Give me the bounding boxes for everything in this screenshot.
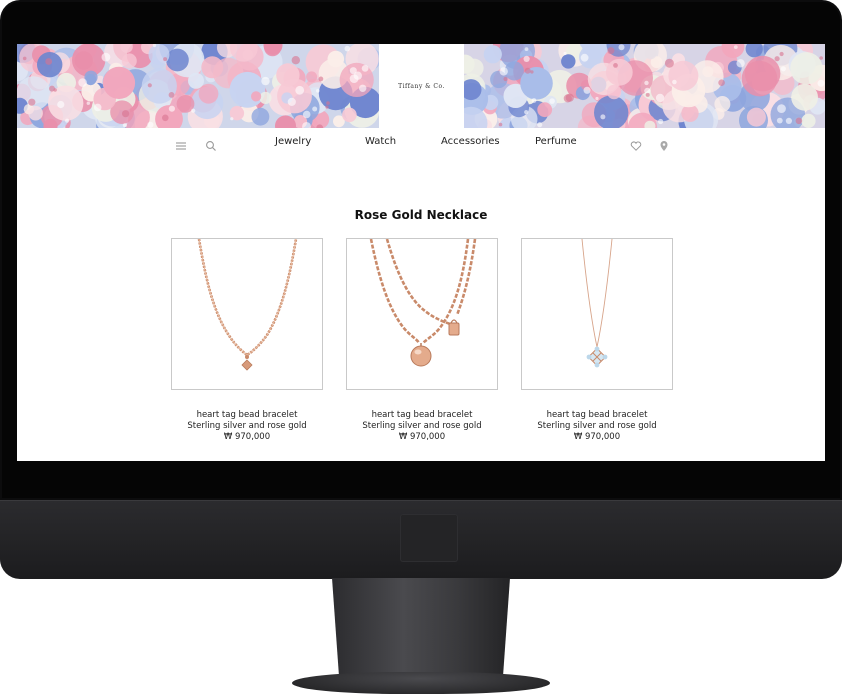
product-image[interactable] xyxy=(171,238,323,390)
brand-logo[interactable]: Tiffany & Co. xyxy=(379,44,464,128)
product-name[interactable]: heart tag bead bracelet xyxy=(171,410,323,420)
search-icon[interactable] xyxy=(205,137,217,151)
monitor-logo-plate xyxy=(400,514,458,562)
product-price: ₩ 970,000 xyxy=(573,432,621,442)
location-pin-icon[interactable] xyxy=(658,137,670,151)
product-image[interactable] xyxy=(521,238,673,390)
menu-icon[interactable] xyxy=(175,137,187,150)
monitor-chin xyxy=(0,500,842,579)
flower-banner: Tiffany & Co. xyxy=(17,44,825,128)
product-material: Sterling silver and rose gold xyxy=(537,421,657,431)
section-title: Rose Gold Necklace xyxy=(354,208,488,222)
product-card[interactable]: heart tag bead bracelet Sterling silver … xyxy=(171,238,323,442)
nav-item-watch[interactable]: Watch xyxy=(365,136,396,147)
product-image[interactable] xyxy=(346,238,498,390)
monitor-stand-foot xyxy=(292,672,550,694)
product-name[interactable]: heart tag bead bracelet xyxy=(521,410,673,420)
website-screen: Tiffany & Co. Jewelry Watch Accessories … xyxy=(17,44,825,461)
flower-image-left xyxy=(17,44,379,128)
product-card[interactable]: heart tag bead bracelet Sterling silver … xyxy=(521,238,673,442)
product-price: ₩ 970,000 xyxy=(223,432,271,442)
product-material: Sterling silver and rose gold xyxy=(187,421,307,431)
nav-item-perfume[interactable]: Perfume xyxy=(535,136,577,147)
main-nav: Jewelry Watch Accessories Perfume xyxy=(17,128,825,158)
brand-logo-text: Tiffany & Co. xyxy=(398,82,445,90)
product-material: Sterling silver and rose gold xyxy=(362,421,482,431)
heart-icon[interactable] xyxy=(630,137,642,151)
nav-item-accessories[interactable]: Accessories xyxy=(441,136,500,147)
product-price: ₩ 970,000 xyxy=(398,432,446,442)
product-name[interactable]: heart tag bead bracelet xyxy=(346,410,498,420)
product-card[interactable]: heart tag bead bracelet Sterling silver … xyxy=(346,238,498,442)
monitor-stand-neck xyxy=(332,578,510,678)
flower-image-right xyxy=(464,44,825,128)
nav-item-jewelry[interactable]: Jewelry xyxy=(275,136,311,147)
